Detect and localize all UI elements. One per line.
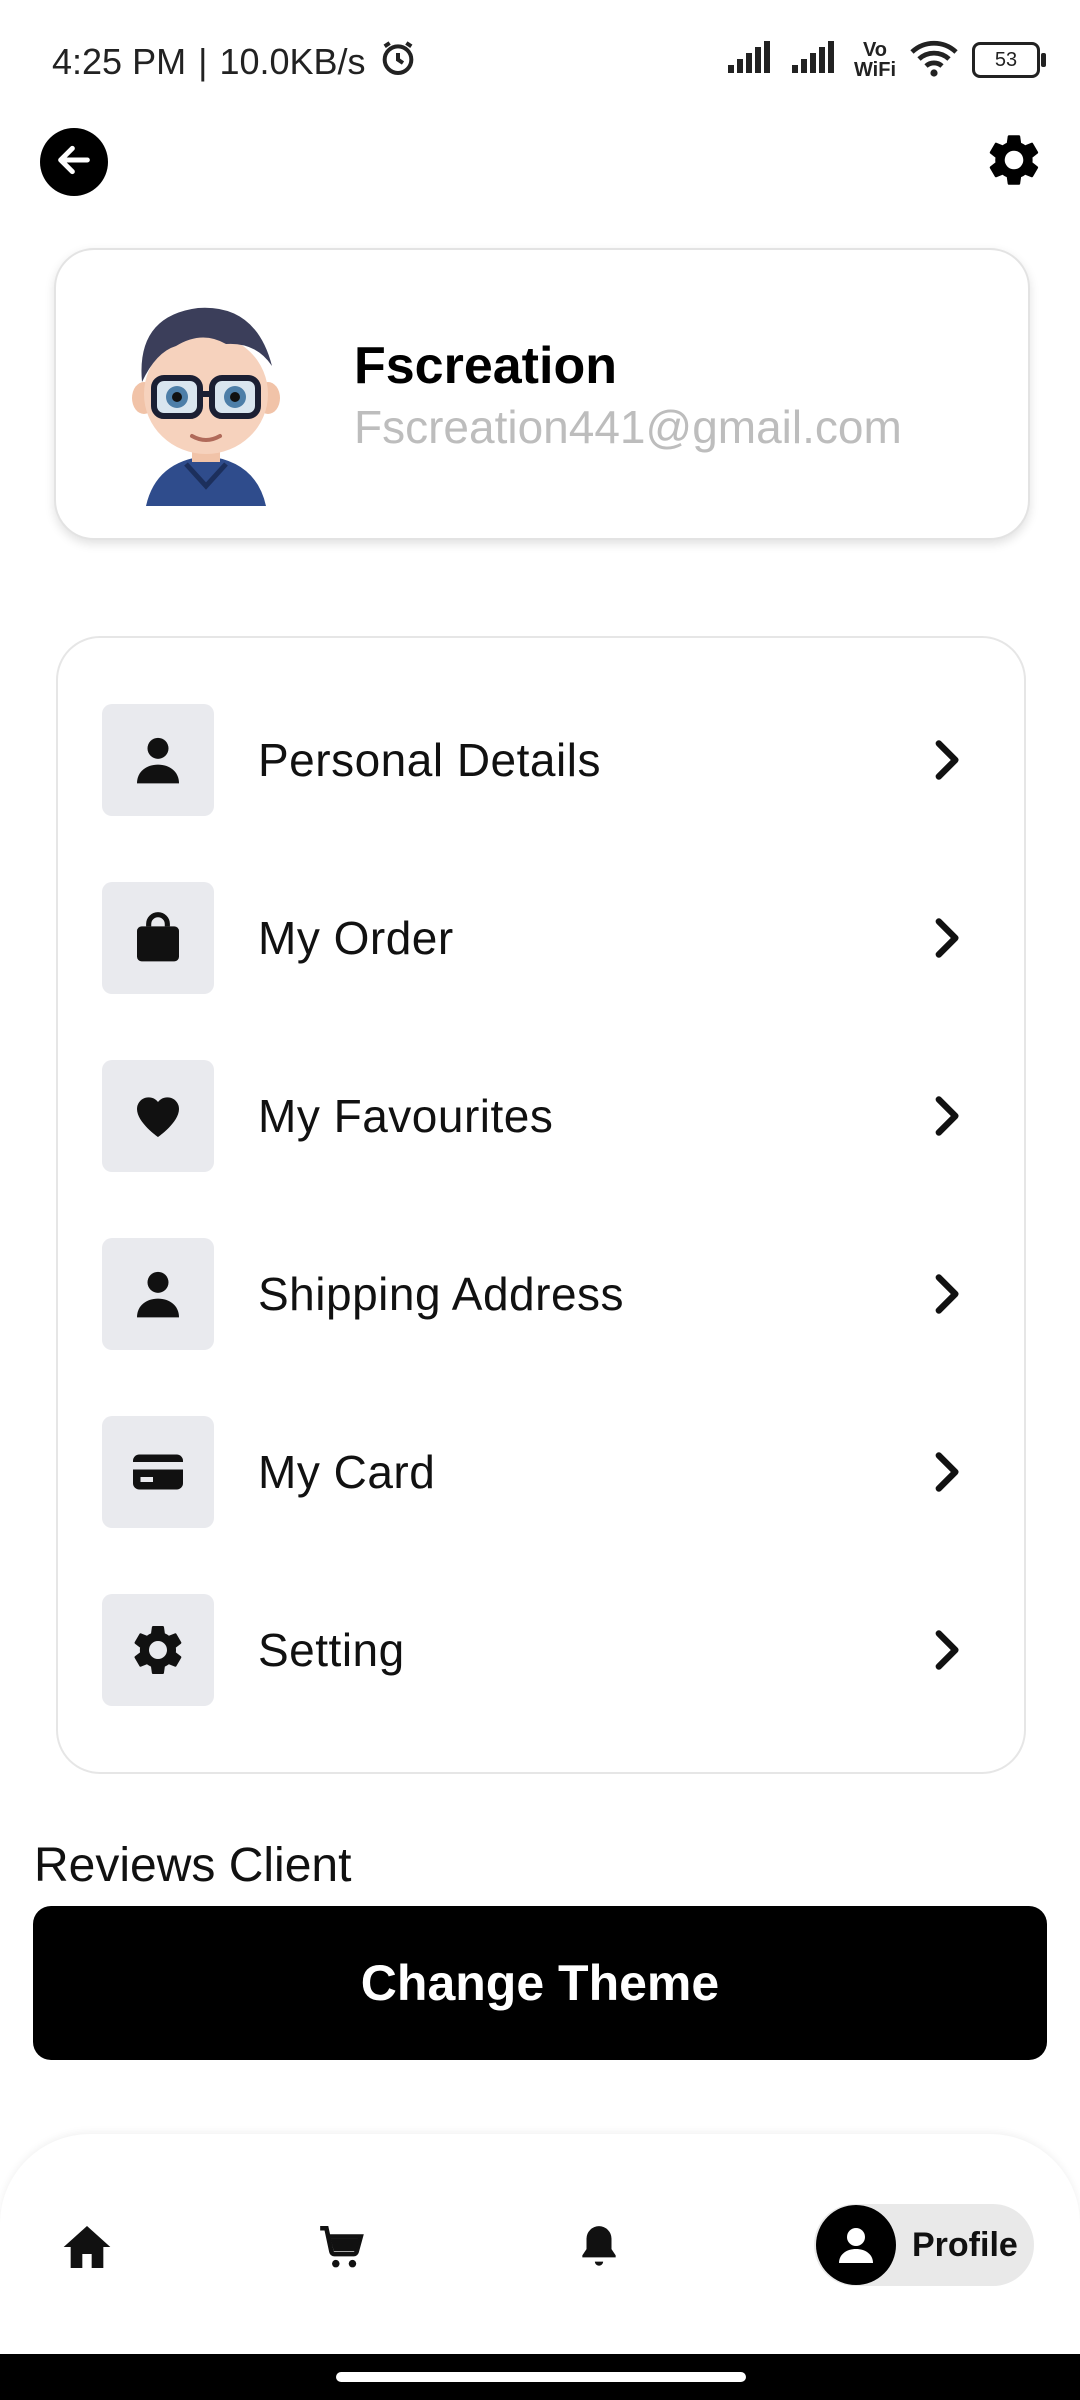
status-left: 4:25 PM | 10.0KB/s <box>52 38 418 86</box>
vowifi-line1: Vo <box>862 39 888 61</box>
menu-item-label: My Card <box>258 1446 436 1498</box>
user-email: Fscreation441@gmail.com <box>354 401 902 453</box>
home-indicator[interactable] <box>336 2372 746 2382</box>
profile-icon <box>816 2205 896 2285</box>
signal-icon-2 <box>790 40 840 80</box>
chevron-right-icon <box>924 736 972 784</box>
nav-profile-button[interactable]: Profile <box>814 2204 1034 2286</box>
status-separator: | <box>198 41 208 82</box>
wifi-icon <box>910 38 958 83</box>
avatar <box>106 286 306 506</box>
chevron-right-icon <box>924 1270 972 1318</box>
person-icon <box>102 1238 214 1350</box>
menu-item-my-order[interactable]: My Order <box>102 882 982 994</box>
shopping-bag-icon <box>102 882 214 994</box>
battery-level: 53 <box>994 48 1018 71</box>
user-name: Fscreation <box>354 337 617 395</box>
menu-item-label: Personal Details <box>258 734 601 786</box>
chevron-right-icon <box>924 1626 972 1674</box>
chevron-right-icon <box>924 1448 972 1496</box>
person-icon <box>102 704 214 816</box>
status-time: 4:25 PM <box>52 41 187 82</box>
status-right: Vo WiFi 53 <box>726 36 1046 84</box>
menu-item-my-card[interactable]: My Card <box>102 1416 982 1528</box>
battery-icon: 53 <box>972 42 1046 78</box>
chevron-right-icon <box>924 914 972 962</box>
signal-icon <box>726 40 776 80</box>
nav-home-button[interactable] <box>52 2214 122 2284</box>
credit-card-icon <box>102 1416 214 1528</box>
status-network-speed: 10.0KB/s <box>219 41 366 82</box>
vowifi-indicator: Vo WiFi <box>854 40 896 80</box>
gear-icon <box>983 129 1045 196</box>
vowifi-line2: WiFi <box>853 59 896 81</box>
cart-icon <box>316 2222 366 2277</box>
menu-card: Personal Details My Order My Favourites … <box>56 636 1026 1774</box>
menu-item-setting[interactable]: Setting <box>102 1594 982 1706</box>
settings-button[interactable] <box>980 128 1048 196</box>
nav-notifications-button[interactable] <box>564 2214 634 2284</box>
nav-profile-label: Profile <box>912 2225 1018 2264</box>
heart-icon <box>102 1060 214 1172</box>
menu-item-personal-details[interactable]: Personal Details <box>102 704 982 816</box>
bell-icon <box>574 2222 624 2277</box>
home-icon <box>59 2219 115 2280</box>
menu-item-shipping-address[interactable]: Shipping Address <box>102 1238 982 1350</box>
change-theme-button[interactable]: Change Theme <box>33 1906 1047 2060</box>
nav-cart-button[interactable] <box>306 2214 376 2284</box>
back-button[interactable] <box>40 128 108 196</box>
menu-item-label: My Favourites <box>258 1090 554 1142</box>
alarm-icon <box>378 38 418 87</box>
menu-item-my-favourites[interactable]: My Favourites <box>102 1060 982 1172</box>
system-nav-bar <box>0 2354 1080 2400</box>
gear-icon <box>102 1594 214 1706</box>
chevron-right-icon <box>924 1092 972 1140</box>
status-bar: 4:25 PM | 10.0KB/s Vo WiFi 53 <box>0 0 1080 120</box>
menu-item-label: My Order <box>258 912 454 964</box>
menu-item-label: Setting <box>258 1624 405 1676</box>
bottom-nav: Profile <box>0 2134 1080 2354</box>
arrow-left-icon <box>54 140 94 185</box>
reviews-title: Reviews Client <box>34 1839 352 1892</box>
profile-card[interactable]: Fscreation Fscreation441@gmail.com <box>54 248 1030 540</box>
menu-item-label: Shipping Address <box>258 1268 625 1320</box>
